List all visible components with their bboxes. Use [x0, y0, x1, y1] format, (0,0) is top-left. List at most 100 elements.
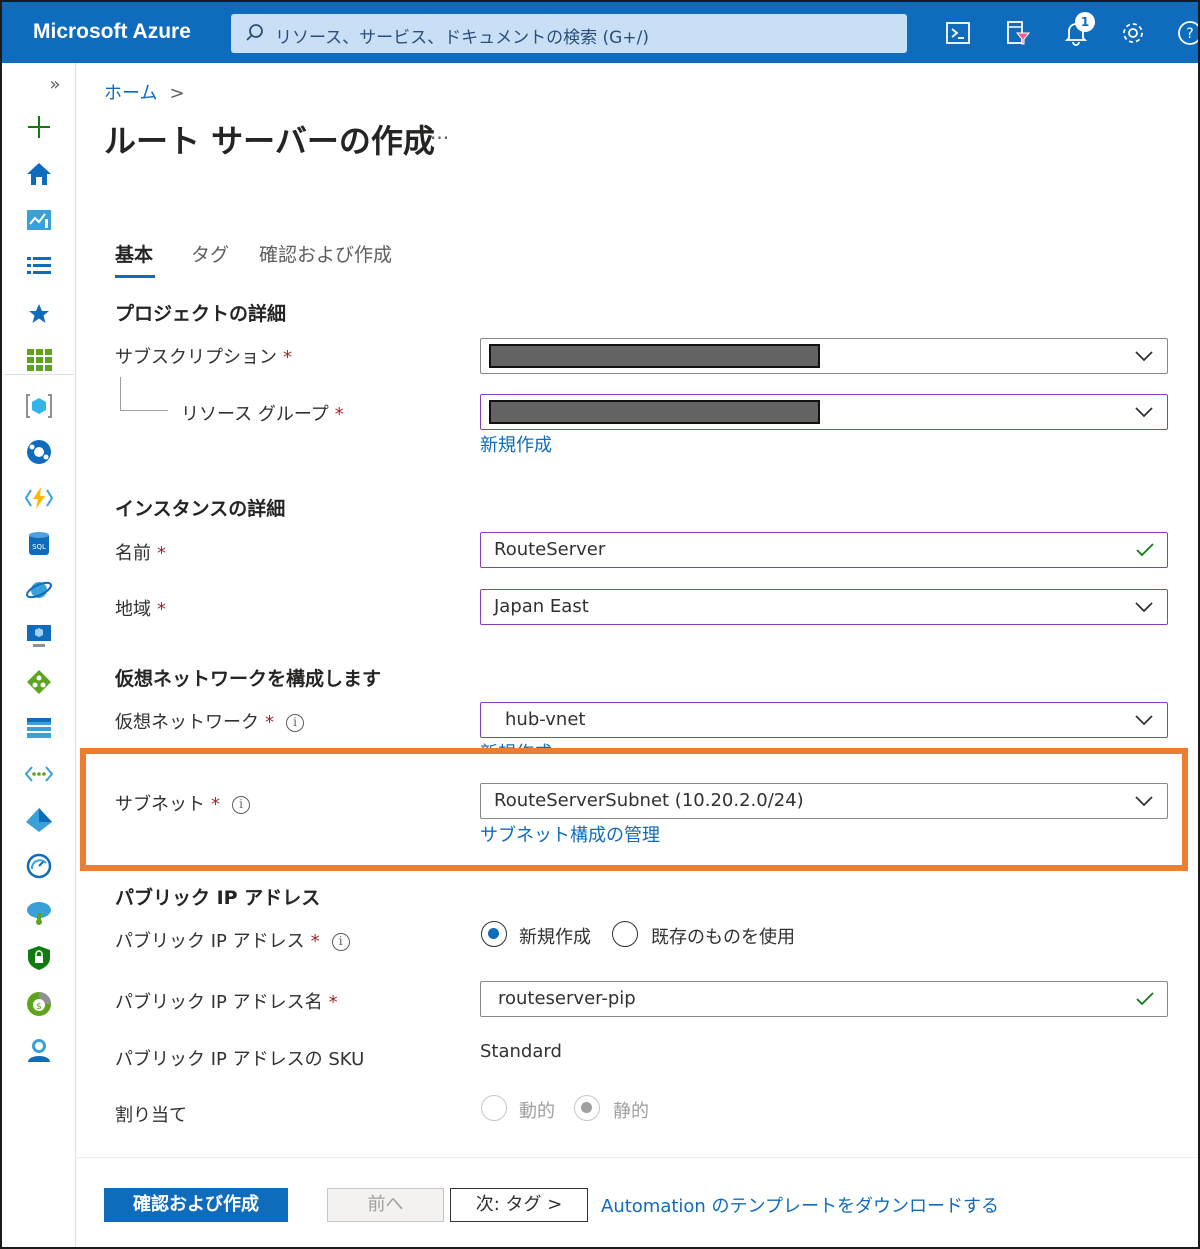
- dashboard-icon[interactable]: [24, 205, 54, 235]
- entra-id-icon[interactable]: [24, 805, 54, 835]
- info-icon: i: [331, 933, 350, 951]
- all-resources-icon[interactable]: [24, 345, 54, 375]
- subscription-label: サブスクリプション *: [115, 347, 292, 368]
- assignment-dynamic-label[interactable]: 動的: [519, 1097, 555, 1123]
- storage-account-icon[interactable]: [24, 713, 54, 743]
- resource-group-label: リソース グループ *: [181, 404, 344, 425]
- page-title: ルート サーバーの作成: [104, 122, 435, 160]
- breadcrumb-home-link[interactable]: ホーム: [104, 83, 157, 104]
- name-value: RouteServer: [494, 539, 606, 560]
- subnet-highlight-box: [80, 748, 1188, 871]
- assignment-static-radio[interactable]: [574, 1095, 600, 1121]
- assignment-static-label[interactable]: 静的: [613, 1097, 649, 1123]
- required-mark: *: [328, 992, 338, 1013]
- chevron-down-icon: [1135, 602, 1153, 613]
- info-icon: i: [286, 714, 304, 732]
- review-create-button[interactable]: 確認および作成: [104, 1188, 288, 1222]
- assignment-dynamic-radio[interactable]: [481, 1095, 507, 1121]
- home-icon[interactable]: [24, 159, 54, 189]
- next-tags-button[interactable]: 次: タグ >: [450, 1188, 588, 1222]
- region-select[interactable]: Japan East: [480, 589, 1168, 625]
- global-search-input[interactable]: リソース、サービス、ドキュメントの検索 (G+/): [231, 14, 907, 53]
- create-resource-icon[interactable]: [24, 112, 54, 142]
- monitor-icon[interactable]: [24, 851, 54, 881]
- all-services-icon[interactable]: [24, 251, 54, 281]
- top-bar: Microsoft Azure リソース、サービス、ドキュメントの検索 (G+/…: [2, 2, 1200, 63]
- resource-groups-icon[interactable]: [24, 391, 54, 421]
- tab-tags[interactable]: タグ: [191, 240, 229, 267]
- svg-text:$: $: [36, 1002, 42, 1012]
- required-mark: *: [265, 712, 274, 733]
- sql-database-icon[interactable]: SQL: [24, 529, 54, 559]
- settings-icon[interactable]: [1120, 20, 1146, 46]
- region-label: 地域 *: [115, 599, 166, 620]
- required-mark: *: [310, 931, 320, 952]
- search-placeholder: リソース、サービス、ドキュメントの検索 (G+/): [275, 28, 649, 48]
- section-virtual-network: 仮想ネットワークを構成します: [115, 668, 382, 690]
- virtual-network-value: hub-vnet: [505, 709, 586, 730]
- previous-button[interactable]: 前へ: [327, 1188, 444, 1222]
- redacted-subscription-value: [489, 344, 820, 368]
- help-icon[interactable]: ?: [1177, 20, 1200, 46]
- valid-check-icon: [1136, 992, 1154, 1006]
- favorites-icon[interactable]: [24, 299, 54, 329]
- svg-text:?: ?: [1186, 26, 1193, 42]
- virtual-network-label: 仮想ネットワーク * i: [115, 708, 304, 734]
- sidebar-expand-icon[interactable]: »: [40, 69, 70, 99]
- tree-connector: [120, 377, 121, 410]
- virtual-network-select[interactable]: hub-vnet: [480, 702, 1168, 738]
- public-ip-create-new-radio[interactable]: [481, 921, 507, 947]
- assignment-label: 割り当て: [115, 1105, 187, 1126]
- public-ip-name-value: routeserver-pip: [498, 988, 636, 1009]
- left-sidebar: » SQL $: [2, 63, 76, 1247]
- required-mark: *: [157, 543, 166, 564]
- redacted-resource-group-value: [489, 400, 820, 424]
- cloud-shell-icon[interactable]: [945, 20, 971, 46]
- public-ip-name-label: パブリック IP アドレス名 *: [115, 992, 338, 1013]
- breadcrumb-separator: >: [169, 83, 185, 104]
- public-ip-use-existing-radio[interactable]: [612, 921, 638, 947]
- search-icon: [246, 24, 263, 41]
- create-new-resource-group-link[interactable]: 新規作成: [480, 431, 552, 457]
- active-tab-indicator: [115, 275, 155, 278]
- chevron-down-icon: [1135, 351, 1153, 362]
- tab-basics[interactable]: 基本: [115, 240, 153, 267]
- virtual-network-icon[interactable]: [24, 759, 54, 789]
- public-ip-sku-label: パブリック IP アドレスの SKU: [115, 1049, 365, 1070]
- required-mark: *: [334, 404, 344, 425]
- directory-filter-icon[interactable]: [1004, 20, 1030, 46]
- subscription-select[interactable]: [480, 338, 1168, 374]
- public-ip-label: パブリック IP アドレス * i: [115, 927, 350, 953]
- virtual-machine-icon[interactable]: [24, 621, 54, 651]
- defender-icon[interactable]: [24, 943, 54, 973]
- app-services-icon[interactable]: [24, 437, 54, 467]
- cosmos-db-icon[interactable]: [24, 575, 54, 605]
- section-public-ip: パブリック IP アドレス: [115, 887, 321, 909]
- valid-check-icon: [1136, 543, 1154, 557]
- footer-divider: [77, 1157, 1198, 1158]
- help-support-icon[interactable]: [24, 1035, 54, 1065]
- name-input[interactable]: RouteServer: [480, 532, 1168, 568]
- tab-review-create[interactable]: 確認および作成: [259, 240, 392, 267]
- tree-connector: [120, 410, 168, 411]
- public-ip-name-input[interactable]: routeserver-pip: [480, 981, 1168, 1017]
- chevron-down-icon: [1135, 407, 1153, 418]
- region-value: Japan East: [494, 596, 589, 617]
- name-label: 名前 *: [115, 543, 166, 564]
- brand-title[interactable]: Microsoft Azure: [33, 20, 191, 44]
- more-options-button[interactable]: ···: [430, 126, 449, 150]
- download-template-link[interactable]: Automation のテンプレートをダウンロードする: [601, 1192, 999, 1218]
- public-ip-create-new-label[interactable]: 新規作成: [519, 923, 591, 949]
- chevron-down-icon: [1135, 715, 1153, 726]
- cost-management-icon[interactable]: $: [24, 989, 54, 1019]
- svg-text:SQL: SQL: [32, 543, 46, 551]
- resource-group-select[interactable]: [480, 394, 1168, 430]
- breadcrumb: ホーム >: [104, 79, 185, 105]
- advisor-icon[interactable]: [24, 897, 54, 927]
- notification-badge: 1: [1075, 12, 1095, 32]
- public-ip-use-existing-label[interactable]: 既存のものを使用: [651, 923, 795, 949]
- load-balancer-icon[interactable]: [24, 667, 54, 697]
- section-instance-details: インスタンスの詳細: [115, 498, 286, 520]
- function-app-icon[interactable]: [24, 483, 54, 513]
- azure-portal-window: Microsoft Azure リソース、サービス、ドキュメントの検索 (G+/…: [0, 0, 1200, 1249]
